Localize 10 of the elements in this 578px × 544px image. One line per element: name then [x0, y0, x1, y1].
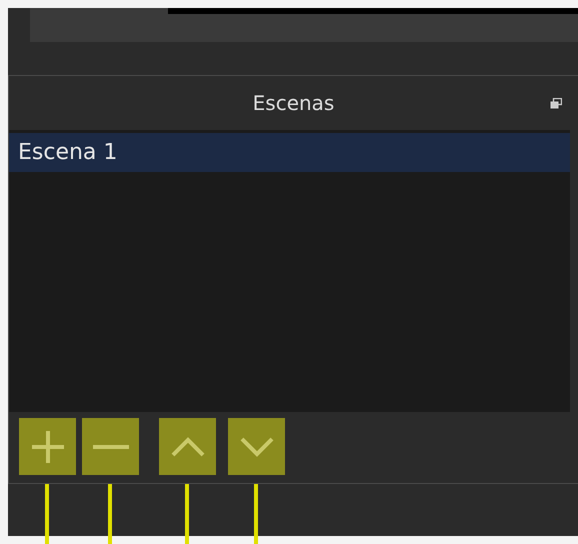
- scene-item[interactable]: Escena 1: [9, 133, 570, 172]
- add-button[interactable]: [19, 418, 76, 475]
- undock-icon[interactable]: [550, 98, 562, 109]
- chevron-down-icon: [238, 436, 274, 456]
- remove-button[interactable]: [82, 418, 139, 475]
- move-up-button[interactable]: [159, 418, 216, 475]
- panel-title: Escenas: [252, 91, 334, 115]
- chevron-up-icon: [170, 436, 206, 456]
- minus-icon: [90, 444, 130, 450]
- move-down-button[interactable]: [228, 418, 285, 475]
